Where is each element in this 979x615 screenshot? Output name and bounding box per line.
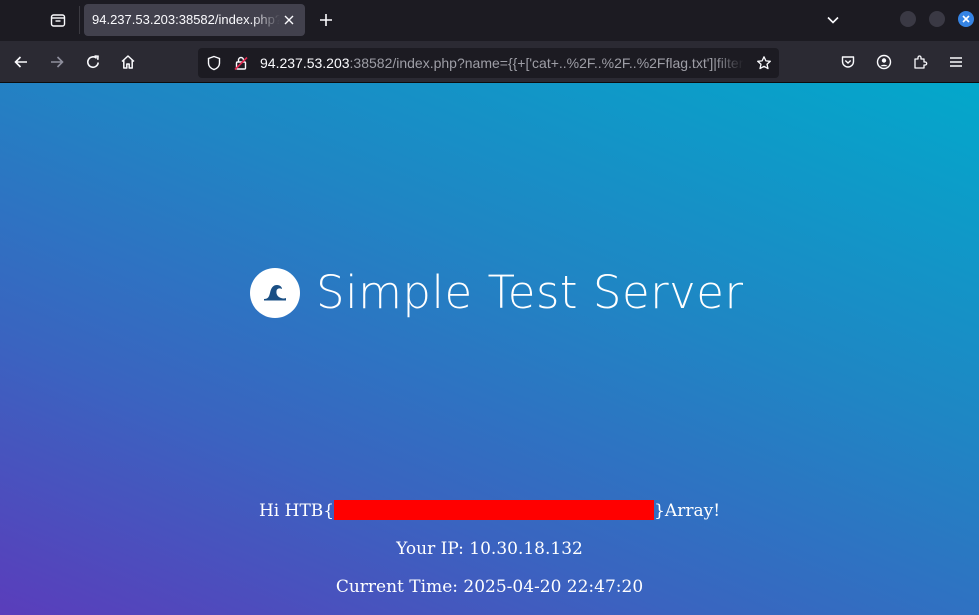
tab-separator bbox=[79, 6, 80, 34]
tab-title: 94.237.53.203:38582/index.php?name={{+['… bbox=[92, 12, 280, 27]
url-text[interactable]: 94.237.53.203:38582/index.php?name={{+['… bbox=[260, 48, 744, 78]
chevron-down-icon[interactable] bbox=[819, 6, 847, 34]
home-icon[interactable] bbox=[114, 48, 142, 76]
greeting-suffix: }Array! bbox=[654, 501, 721, 521]
time-line: Current Time: 2025-04-20 22:47:20 bbox=[335, 577, 644, 597]
greeting-line: Hi HTB{ }Array! bbox=[0, 500, 979, 522]
close-icon bbox=[962, 15, 970, 23]
wave-logo-icon bbox=[250, 268, 300, 318]
window-minimize-button[interactable] bbox=[900, 11, 916, 27]
url-host: 94.237.53.203 bbox=[260, 55, 350, 71]
reload-icon[interactable] bbox=[79, 48, 107, 76]
url-path: :38582/index.php?name={{+['cat+..%2F..%2… bbox=[349, 55, 744, 71]
browser-tab[interactable]: 94.237.53.203:38582/index.php?name={{+['… bbox=[84, 4, 305, 36]
pocket-icon[interactable] bbox=[834, 48, 862, 76]
ip-line: Your IP: 10.30.18.132 bbox=[396, 539, 583, 559]
arrow-left-icon[interactable] bbox=[7, 48, 35, 76]
window-maximize-button[interactable] bbox=[929, 11, 945, 27]
tab-bar: 94.237.53.203:38582/index.php?name={{+['… bbox=[0, 0, 979, 41]
page-content: Simple Test Server Hi HTB{ }Array! Your I… bbox=[0, 83, 979, 615]
navigation-toolbar: 94.237.53.203:38582/index.php?name={{+['… bbox=[0, 41, 979, 83]
site-logo: Simple Test Server bbox=[250, 268, 743, 318]
arrow-right-icon[interactable] bbox=[43, 48, 71, 76]
greeting-prefix: Hi HTB{ bbox=[258, 501, 335, 521]
puzzle-icon[interactable] bbox=[906, 48, 934, 76]
star-icon[interactable] bbox=[755, 54, 773, 72]
account-icon[interactable] bbox=[870, 48, 898, 76]
hamburger-icon[interactable] bbox=[942, 48, 970, 76]
close-icon[interactable] bbox=[281, 12, 297, 28]
window-close-button[interactable] bbox=[958, 11, 974, 27]
lock-slash-icon[interactable] bbox=[232, 54, 250, 72]
redacted-flag bbox=[334, 500, 655, 520]
url-bar[interactable]: 94.237.53.203:38582/index.php?name={{+['… bbox=[198, 48, 779, 78]
tab-list-icon[interactable] bbox=[44, 6, 72, 34]
site-title: Simple Test Server bbox=[316, 266, 744, 319]
plus-icon[interactable] bbox=[312, 6, 340, 34]
shield-icon[interactable] bbox=[205, 54, 223, 72]
